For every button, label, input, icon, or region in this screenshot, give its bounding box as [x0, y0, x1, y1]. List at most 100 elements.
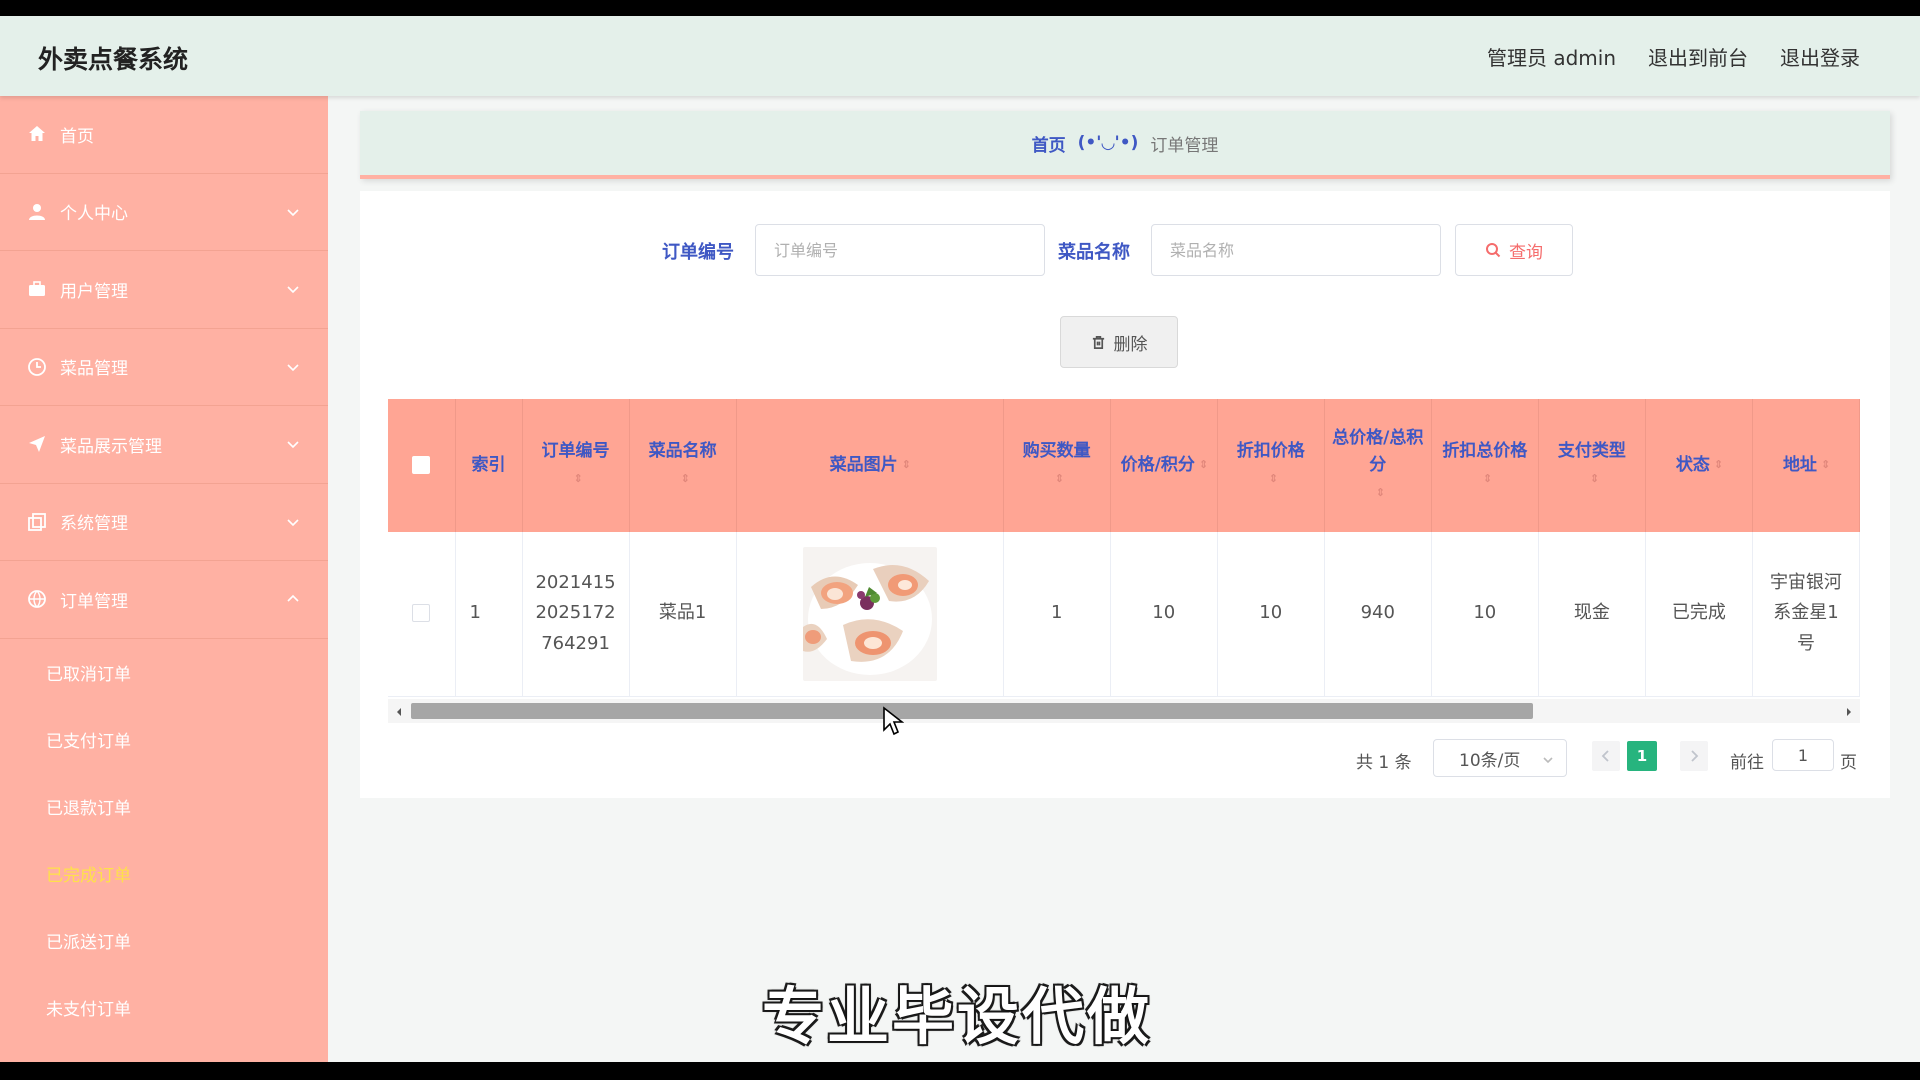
scrollbar-thumb[interactable]	[411, 703, 1533, 719]
search-form: 订单编号 菜品名称 查询	[360, 191, 1890, 316]
sidebar-item-dish-display-management[interactable]: 菜品展示管理	[0, 406, 328, 484]
sidebar-item-dish-management[interactable]: 菜品管理	[0, 329, 328, 406]
logout-link[interactable]: 退出登录	[1780, 42, 1860, 71]
pagination: 共 1 条 10条/页 1 前往 页	[360, 739, 1890, 779]
globe-icon	[26, 588, 48, 610]
sidebar-item-label: 系统管理	[60, 514, 128, 535]
breadcrumb-home[interactable]: 首页	[1032, 131, 1066, 156]
column-header-discount-total[interactable]: 折扣总价格 ⇕	[1431, 399, 1539, 532]
query-button-label: 查询	[1509, 242, 1543, 263]
address-line: 系金星1	[1773, 602, 1839, 624]
sidebar-item-label: 个人中心	[60, 204, 128, 225]
sort-icon[interactable]: ⇕	[1714, 459, 1723, 470]
column-header-index: 索引	[455, 399, 523, 532]
mouse-cursor-icon	[883, 706, 904, 736]
column-header-label: 折扣价格	[1236, 441, 1305, 462]
order-no-label: 订单编号	[662, 242, 734, 263]
submenu-completed-orders[interactable]: 已完成订单	[0, 840, 328, 907]
column-header-label: 折扣总价格	[1442, 441, 1528, 462]
sort-icon[interactable]: ⇕	[574, 473, 583, 484]
order-no-line: 764291	[541, 633, 610, 655]
app-title: 外卖点餐系统	[38, 45, 189, 74]
delete-button[interactable]: 删除	[1060, 316, 1178, 368]
user-icon	[26, 201, 48, 223]
order-no-input[interactable]	[755, 224, 1045, 276]
sidebar-item-order-management[interactable]: 订单管理	[0, 561, 328, 639]
scroll-right-icon[interactable]	[1844, 704, 1854, 718]
dish-name-input[interactable]	[1151, 224, 1441, 276]
prev-page-button[interactable]	[1592, 741, 1620, 771]
page-number-current[interactable]: 1	[1627, 741, 1657, 771]
column-header-discount-price[interactable]: 折扣价格 ⇕	[1217, 399, 1325, 532]
row-checkbox[interactable]	[412, 604, 431, 623]
cell-index: 1	[455, 532, 523, 697]
submenu-delivered-orders[interactable]: 已派送订单	[0, 907, 328, 974]
app-window: 外卖点餐系统 管理员 admin 退出到前台 退出登录 首页 个人中心 用户管理	[0, 16, 1920, 1062]
cell-address: 宇宙银河 系金星1 号	[1752, 532, 1860, 697]
sidebar-item-user-management[interactable]: 用户管理	[0, 251, 328, 329]
back-to-front-link[interactable]: 退出到前台	[1648, 42, 1748, 71]
row-select-cell	[388, 532, 456, 697]
column-header-label: 菜品名称	[648, 441, 717, 462]
page-size-select[interactable]: 10条/页	[1433, 739, 1567, 777]
next-page-button[interactable]	[1680, 741, 1708, 771]
column-header-label: 总价格/总积分	[1332, 427, 1424, 475]
home-icon	[26, 123, 48, 145]
watermark-text: 专业毕设代做	[762, 980, 1153, 1053]
send-icon	[26, 433, 48, 455]
column-header-label: 索引	[471, 454, 506, 475]
scallop-dish-image[interactable]	[802, 546, 937, 681]
sort-icon[interactable]: ⇕	[1199, 459, 1208, 470]
chevron-down-icon	[286, 359, 300, 373]
horizontal-scrollbar[interactable]	[388, 699, 1860, 723]
sidebar-item-label: 订单管理	[60, 591, 128, 612]
content-panel: 订单编号 菜品名称 查询 删除 索引 订单	[360, 191, 1890, 798]
sort-icon[interactable]: ⇕	[1376, 487, 1385, 498]
sort-icon[interactable]: ⇕	[1055, 473, 1064, 484]
select-all-cell	[388, 399, 456, 532]
column-header-label: 价格/积分	[1120, 454, 1195, 475]
sidebar-item-home[interactable]: 首页	[0, 96, 328, 174]
sidebar-item-personal-center[interactable]: 个人中心	[0, 174, 328, 251]
column-header-label: 地址	[1782, 454, 1817, 475]
select-all-checkbox[interactable]	[412, 455, 431, 474]
address-line: 号	[1796, 633, 1815, 655]
submenu-cancelled-orders[interactable]: 已取消订单	[0, 639, 328, 706]
sort-icon[interactable]: ⇕	[1821, 459, 1830, 470]
sidebar-item-system-management[interactable]: 系统管理	[0, 484, 328, 561]
sort-icon[interactable]: ⇕	[1269, 473, 1278, 484]
goto-page-input[interactable]	[1772, 739, 1834, 771]
column-header-status[interactable]: 状态 ⇕	[1645, 399, 1753, 532]
cell-status: 已完成	[1645, 532, 1753, 697]
column-header-order-no[interactable]: 订单编号 ⇕	[522, 399, 630, 532]
chevron-down-icon	[286, 281, 300, 295]
admin-user-label[interactable]: 管理员 admin	[1487, 42, 1616, 71]
sort-icon[interactable]: ⇕	[902, 459, 911, 470]
column-header-total[interactable]: 总价格/总积分 ⇕	[1324, 399, 1432, 532]
sort-icon[interactable]: ⇕	[681, 473, 690, 484]
sidebar-item-label: 菜品管理	[60, 359, 128, 380]
column-header-dish-name[interactable]: 菜品名称 ⇕	[629, 399, 737, 532]
column-header-pay-type[interactable]: 支付类型 ⇕	[1538, 399, 1646, 532]
scroll-left-icon[interactable]	[394, 704, 404, 718]
submenu-refunded-orders[interactable]: 已退款订单	[0, 773, 328, 840]
cell-order-no: 2021415 2025172 764291	[522, 532, 630, 697]
breadcrumb: 首页 (•'◡'•) 订单管理	[360, 111, 1890, 179]
sort-icon[interactable]: ⇕	[1590, 473, 1599, 484]
query-button[interactable]: 查询	[1455, 224, 1573, 276]
column-header-address[interactable]: 地址 ⇕	[1752, 399, 1860, 532]
column-header-quantity[interactable]: 购买数量 ⇕	[1003, 399, 1111, 532]
cell-dish-name: 菜品1	[629, 532, 737, 697]
cell-discount-total: 10	[1431, 532, 1539, 697]
submenu-unpaid-orders[interactable]: 未支付订单	[0, 974, 328, 1041]
table-row[interactable]: 1 2021415 2025172 764291 菜品1 1 10 10 940…	[388, 532, 1860, 697]
search-icon	[1486, 243, 1501, 258]
submenu-paid-orders[interactable]: 已支付订单	[0, 706, 328, 773]
sort-icon[interactable]: ⇕	[1483, 473, 1492, 484]
breadcrumb-separator: (•'◡'•)	[1077, 133, 1139, 153]
column-header-dish-image[interactable]: 菜品图片 ⇕	[736, 399, 1004, 532]
column-header-label: 菜品图片	[829, 454, 898, 475]
column-header-price[interactable]: 价格/积分 ⇕	[1110, 399, 1218, 532]
trash-icon	[1092, 335, 1104, 349]
chevron-down-icon	[1543, 757, 1553, 764]
